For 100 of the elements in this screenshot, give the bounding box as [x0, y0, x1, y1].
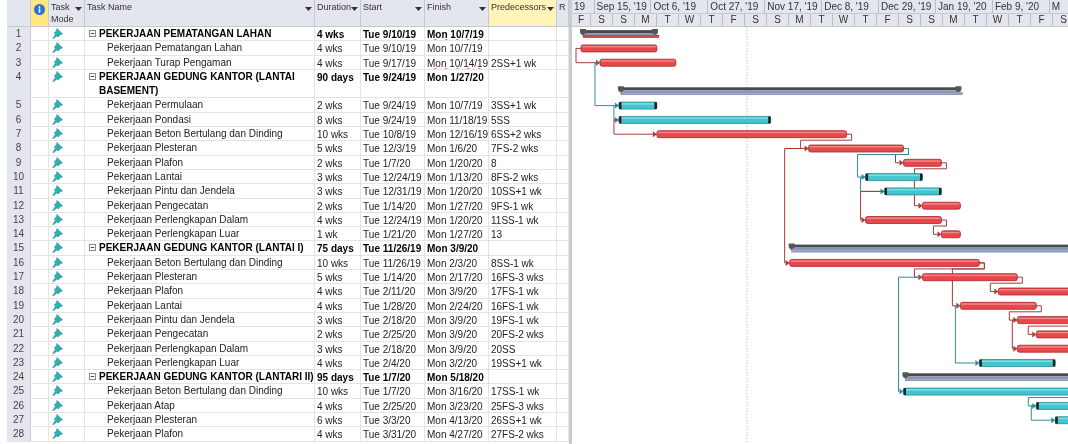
row-number[interactable]: 28 — [7, 427, 31, 441]
row-number[interactable]: 15 — [7, 241, 31, 255]
column-header[interactable]: Start — [361, 0, 425, 26]
timescale-label: Dec 29, '19 — [881, 1, 932, 12]
row-number[interactable]: 2 — [7, 41, 31, 55]
date-cell: Mon 3/9/20 — [427, 286, 478, 298]
link-line — [913, 162, 947, 209]
collapse-icon[interactable] — [89, 244, 96, 252]
date-cell: Mon 1/27/20 — [427, 229, 483, 241]
column-header[interactable]: Predecessors — [489, 0, 557, 26]
pushpin-icon — [52, 242, 63, 254]
row-number[interactable]: 8 — [7, 141, 31, 155]
column-header[interactable]: Duration — [315, 0, 361, 26]
task-name: Pekerjaan Plafon — [107, 427, 184, 442]
pushpin-icon — [52, 185, 63, 197]
pushpin-icon — [52, 342, 63, 354]
date-cell: Mon 2/3/20 — [427, 257, 478, 269]
duration-cell: 4 wks — [317, 29, 345, 40]
column-header[interactable]: Finish — [425, 0, 489, 26]
predecessor-cell: 8 — [491, 157, 497, 169]
timescale-label: T — [972, 14, 979, 25]
date-cell: Mon 3/9/20 — [427, 343, 478, 355]
dropdown-icon[interactable] — [305, 7, 312, 11]
task-name: Pekerjaan Pintu dan Jendela — [107, 312, 235, 327]
collapse-icon[interactable] — [89, 72, 96, 80]
timescale-label: S — [1060, 14, 1067, 25]
duration-cell: 4 wks — [317, 286, 343, 298]
task-name: PEKERJAAN GEDUNG KANTOR (LANTAI I) — [99, 241, 304, 256]
column-header[interactable]: R — [557, 0, 569, 26]
task-name: Pekerjaan Pondasi — [107, 112, 191, 127]
dropdown-icon[interactable] — [351, 7, 358, 11]
duration-cell: 4 wks — [317, 357, 343, 369]
indicator-column-header[interactable] — [31, 0, 49, 26]
row-number[interactable]: 25 — [7, 384, 31, 398]
duration-cell: 10 wks — [317, 129, 349, 141]
date-cell: Mon 5/18/20 — [427, 372, 484, 384]
task-bar — [903, 158, 942, 167]
timescale-label: F — [1038, 14, 1045, 25]
dropdown-icon[interactable] — [479, 7, 486, 11]
task-name: Pekerjaan Beton Bertulang dan Dinding — [107, 127, 283, 142]
pushpin-icon — [52, 299, 63, 311]
timescale-label: Oct 6, '19 — [653, 1, 696, 12]
date-cell: Mon 1/27/20 — [427, 200, 483, 212]
collapse-icon[interactable] — [89, 373, 96, 381]
dropdown-icon[interactable] — [75, 7, 82, 11]
task-bar — [1035, 402, 1068, 410]
row-number[interactable]: 24 — [7, 370, 31, 384]
row-number[interactable]: 18 — [7, 284, 31, 298]
link-line — [954, 305, 980, 366]
predecessor-cell: 13 — [491, 229, 503, 241]
row-number[interactable]: 17 — [7, 270, 31, 284]
pushpin-icon — [52, 285, 63, 297]
pushpin-icon — [52, 156, 63, 168]
predecessor-cell: 8SS-1 wk — [491, 257, 534, 269]
collapse-icon[interactable] — [89, 30, 96, 37]
row-number[interactable]: 4 — [7, 69, 31, 98]
timescale-label: 19 — [574, 1, 586, 12]
task-bar — [1016, 316, 1068, 324]
dropdown-icon[interactable] — [415, 7, 422, 11]
predecessor-cell: 5SS — [491, 114, 510, 126]
task-name: PEKERJAAN PEMATANGAN LAHAN — [99, 27, 272, 41]
row-number[interactable]: 11 — [7, 184, 31, 198]
row-number[interactable]: 5 — [7, 98, 31, 112]
date-cell: Mon 10/14/19 — [427, 57, 488, 69]
date-cell: Mon 4/13/20 — [427, 415, 483, 426]
task-bar — [1035, 330, 1068, 339]
timescale-label: W — [838, 14, 849, 25]
date-cell: Mon 1/13/20 — [427, 171, 483, 183]
date-cell: Mon 3/23/20 — [427, 400, 483, 412]
dropdown-icon[interactable] — [547, 7, 554, 11]
pushpin-icon — [52, 228, 63, 240]
duration-cell: 3 wks — [317, 314, 343, 326]
date-cell: Tue 9/17/19 — [363, 57, 416, 69]
pushpin-icon — [52, 428, 63, 440]
task-name: Pekerjaan Pematangan Lahan — [107, 41, 243, 56]
date-cell: Tue 12/31/19 — [363, 186, 422, 198]
task-name: Pekerjaan Plesteran — [107, 413, 198, 427]
predecessor-cell: 17SS-1 wk — [491, 386, 540, 398]
duration-cell: 4 wks — [317, 214, 343, 226]
timescale-label: S — [752, 14, 759, 25]
predecessor-cell: 20SS — [491, 343, 516, 355]
timescale-label: M — [795, 14, 804, 25]
row-number[interactable]: 1 — [7, 27, 31, 41]
duration-cell: 10 wks — [317, 386, 349, 398]
date-cell: Mon 1/20/20 — [427, 186, 483, 198]
duration-cell: 2 wks — [317, 157, 343, 169]
column-header[interactable]: Task Mode — [49, 0, 85, 26]
timescale-label: S — [620, 14, 627, 25]
predecessor-cell: 6SS+2 wks — [491, 129, 542, 141]
row-number[interactable]: 7 — [7, 127, 31, 141]
timescale-label: S — [928, 14, 935, 25]
task-name: Pekerjaan Permulaan — [107, 98, 204, 113]
task-name: Pekerjaan Pengecatan — [107, 198, 209, 213]
row-number[interactable]: 21 — [7, 327, 31, 341]
task-name: PEKERJAAN GEDUNG KANTOR (LANTARI II) — [99, 370, 314, 385]
date-cell: Tue 2/4/20 — [363, 357, 411, 369]
date-cell: Tue 2/11/20 — [363, 286, 416, 298]
column-header[interactable]: Task Name — [85, 0, 315, 26]
row-number[interactable]: 27 — [7, 413, 31, 427]
row-number[interactable]: 14 — [7, 227, 31, 241]
